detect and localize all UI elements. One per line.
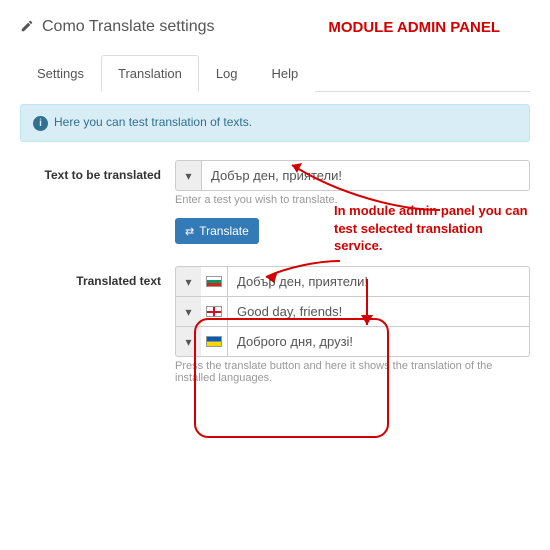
row-toggle[interactable]: ▾ [175,266,201,297]
tab-translation[interactable]: Translation [101,55,199,92]
info-icon: i [33,116,48,131]
chevron-down-icon: ▾ [185,335,191,349]
tab-help[interactable]: Help [255,55,316,92]
translate-icon: ⇄ [185,225,194,238]
banner-label: MODULE ADMIN PANEL [328,19,500,36]
text-input[interactable]: Добър ден, приятели! [201,160,530,191]
result-text: Good day, friends! [227,297,530,327]
translate-button[interactable]: ⇄ Translate [175,218,259,244]
flag-icon [201,266,227,297]
output-help: Press the translate button and here it s… [175,360,530,384]
row-toggle[interactable]: ▾ [175,327,201,357]
tabs: Settings Translation Log Help [20,54,530,92]
output-label: Translated text [20,266,175,384]
chevron-down-icon: ▾ [185,305,191,319]
pencil-icon [20,19,34,36]
tab-log[interactable]: Log [199,55,255,92]
translate-button-label: Translate [199,224,249,238]
result-text: Доброго дня, друзі! [227,327,530,357]
result-text: Добър ден, приятели! [227,266,530,297]
info-alert: i Here you can test translation of texts. [20,104,530,142]
flag-icon [201,297,227,327]
input-toggle[interactable]: ▾ [175,160,201,191]
result-row: ▾ Доброго дня, друзі! [175,327,530,357]
input-label: Text to be translated [20,160,175,244]
chevron-down-icon: ▾ [185,275,191,289]
result-row: ▾ Добър ден, приятели! [175,266,530,297]
callout-text: In module admin panel you can test selec… [334,202,534,255]
flag-icon [201,327,227,357]
page-title: Como Translate settings [42,18,328,36]
chevron-down-icon: ▾ [185,169,191,183]
row-toggle[interactable]: ▾ [175,297,201,327]
result-row: ▾ Good day, friends! [175,297,530,327]
tab-settings[interactable]: Settings [20,55,101,92]
info-text: Here you can test translation of texts. [54,115,252,129]
